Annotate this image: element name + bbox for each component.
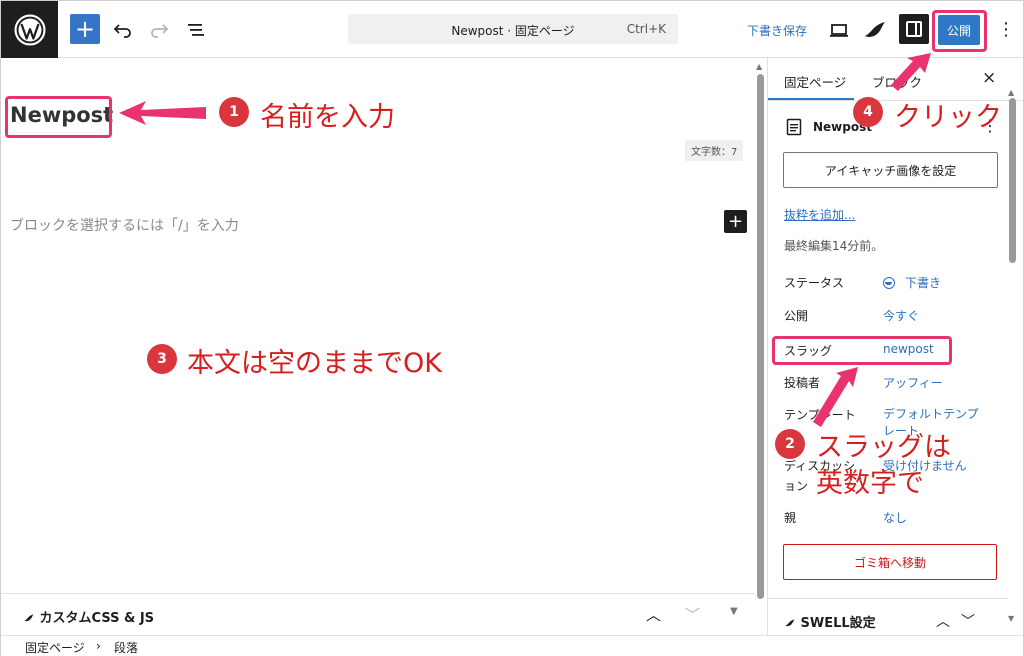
swell-small-icon [785,619,795,627]
move-to-trash-button[interactable]: ゴミ箱へ移動 [783,544,997,580]
custom-css-text: カスタムCSS & JS [39,611,155,626]
annotation-text-1: 名前を入力 [260,102,395,133]
last-edited-text: 最終編集14分前。 [784,239,884,253]
editor-scrollbar[interactable] [757,74,764,599]
breadcrumb-separator: › [96,639,101,653]
settings-panel-toggle[interactable] [899,14,929,44]
annotation-text-4: クリック [894,102,1002,133]
annotation-step-3: 3 [147,344,177,374]
wordpress-logo-button[interactable] [1,1,58,58]
swell-settings-panel[interactable]: SWELL設定 ︿ ﹀ [768,598,1008,635]
status-label: ステータス [784,276,845,290]
custom-css-panel[interactable]: カスタムCSS & JS ︿ ﹀ ▼ [1,593,755,635]
status-value[interactable]: 下書き [883,274,941,291]
top-toolbar: + Newpost · 固定ページ Ctrl+K 下書き保存 公開 ⋮ [1,1,1023,58]
breadcrumb-item-paragraph[interactable]: 段落 [114,639,138,656]
breadcrumb-item-page[interactable]: 固定ページ [25,639,85,656]
annotation-text-3: 本文は空のままでOK [187,348,442,379]
breadcrumb: 固定ページ › 段落 [1,635,1023,656]
close-icon[interactable]: × [982,68,996,88]
command-shortcut: Ctrl+K [626,22,666,36]
annotation-step-4: 4 [853,97,883,127]
undo-icon[interactable] [111,18,135,42]
swell-settings-label: SWELL設定 [784,612,876,631]
annotation-step-1: 1 [219,97,249,127]
add-block-button[interactable]: + [70,14,100,44]
swell-settings-text: SWELL設定 [800,616,876,631]
sidebar-scroll-down-arrow[interactable]: ▼ [1008,614,1014,623]
sidebar-scroll-up-arrow[interactable]: ▲ [1008,88,1014,97]
annotation-text-2b: 英数字で [816,468,924,499]
template-label: テンプレート [784,408,856,422]
author-label: 投稿者 [784,376,821,390]
author-value[interactable]: アッフィー [883,374,943,391]
set-featured-image-button[interactable]: アイキャッチ画像を設定 [783,152,998,188]
sidebar-scrollbar[interactable] [1009,98,1016,263]
chevron-down-icon[interactable]: ﹀ [961,611,975,631]
publish-highlight-box [932,10,987,52]
custom-css-label: カスタムCSS & JS [23,607,154,626]
parent-label: 親 [784,511,797,525]
wordpress-icon [13,13,46,46]
redo-icon[interactable] [147,18,171,42]
swell-icon[interactable] [863,19,887,41]
swell-small-icon [24,614,34,622]
title-highlight-box [5,96,112,138]
publish-date-value[interactable]: 今すぐ [883,307,919,324]
editor-scroll-up-arrow[interactable]: ▲ [756,62,762,71]
document-overview-icon[interactable] [184,18,208,42]
preview-device-icon[interactable] [829,20,849,40]
options-menu-icon[interactable]: ⋮ [997,19,1015,40]
slug-highlight-box [772,336,952,365]
annotation-text-2a: スラッグは [816,432,951,463]
publish-label: 公開 [784,309,809,323]
save-draft-button[interactable]: 下書き保存 [747,22,807,39]
word-count-badge: 文字数：7 [685,140,744,161]
parent-value[interactable]: なし [883,509,907,526]
tab-block[interactable]: ブロック [872,72,922,91]
chevron-up-icon[interactable]: ︿ [936,611,950,631]
block-inserter-button[interactable]: + [724,210,747,233]
chevron-down-icon[interactable]: ﹀ [685,604,700,625]
editor-window: + Newpost · 固定ページ Ctrl+K 下書き保存 公開 ⋮ Newp… [0,0,1024,656]
tab-page[interactable]: 固定ページ [784,72,846,91]
sidebar-icon [906,21,922,37]
page-document-icon [786,118,802,136]
annotation-step-2: 2 [775,429,805,459]
command-palette-bar[interactable]: Newpost · 固定ページ Ctrl+K [348,14,678,44]
status-value-text: 下書き [905,276,942,290]
draft-status-icon [883,277,895,289]
add-excerpt-link[interactable]: 抜粋を追加... [784,206,855,223]
panel-toggle-triangle-icon[interactable]: ▼ [730,606,738,617]
block-placeholder[interactable]: ブロックを選択するには「/」を入力 [10,215,239,235]
chevron-up-icon[interactable]: ︿ [646,604,661,625]
